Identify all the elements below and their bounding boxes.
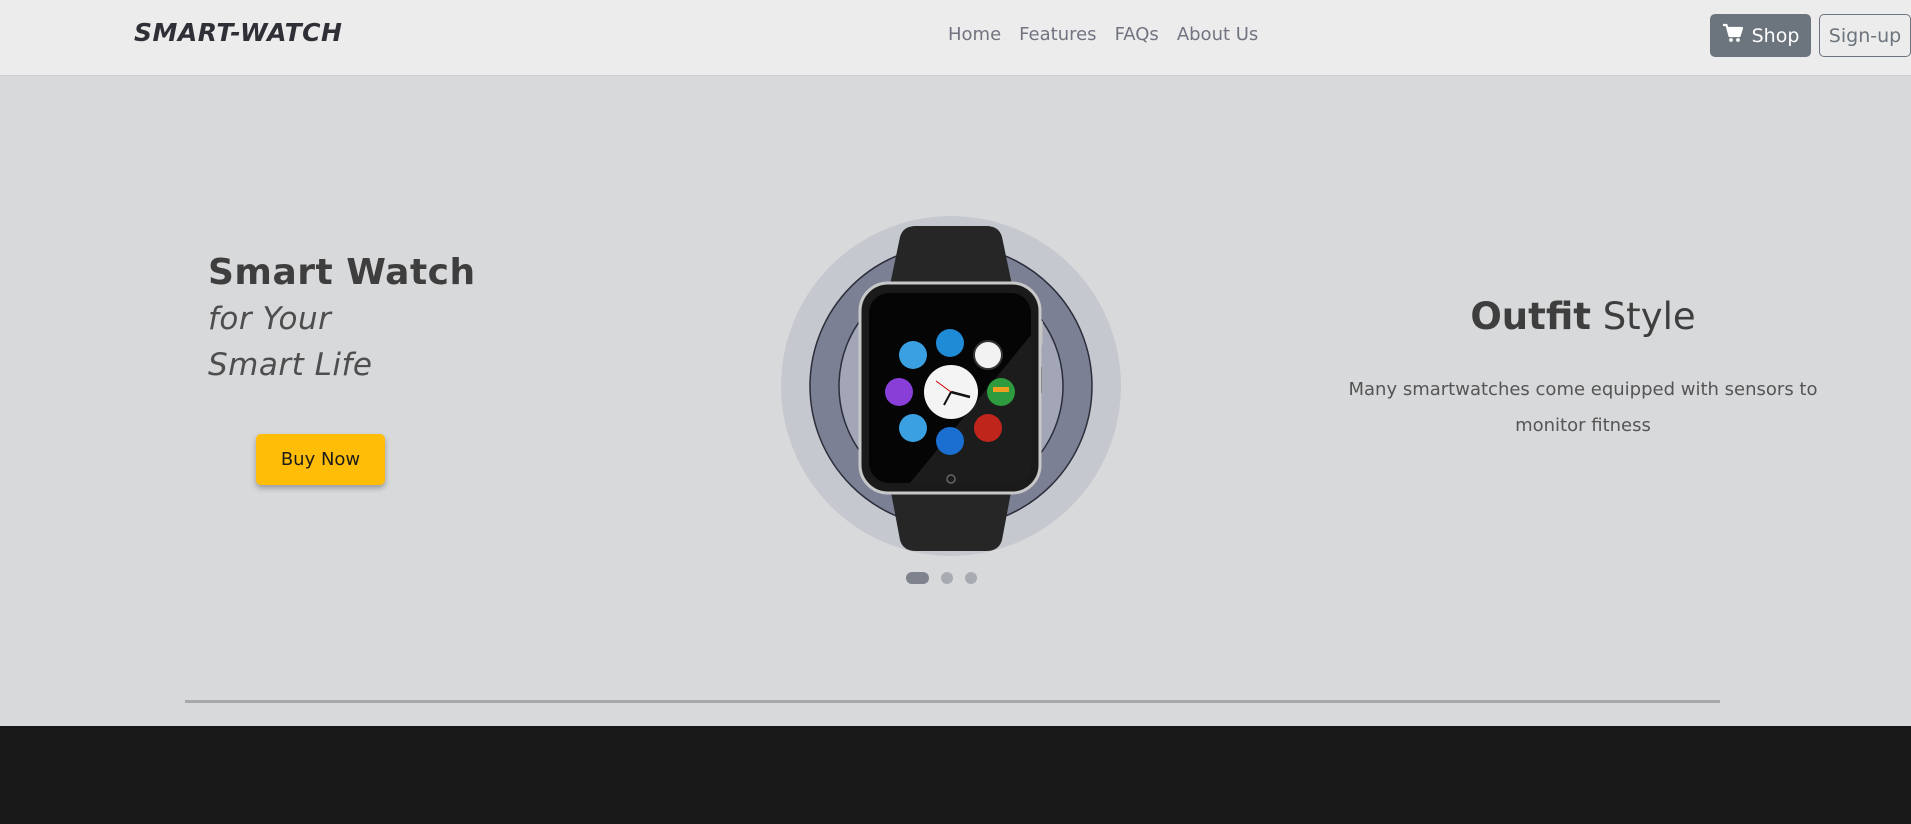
section-divider (185, 700, 1720, 703)
shop-label: Shop (1751, 24, 1800, 47)
hero-subtitle-line1: for Your (208, 301, 332, 337)
nav-link-about-us[interactable]: About Us (1177, 24, 1259, 45)
outfit-style-bold: Outfit (1470, 295, 1591, 338)
signup-button[interactable]: Sign-up (1819, 14, 1911, 57)
shop-button[interactable]: Shop (1710, 14, 1811, 57)
hero-right-text: Outfit Style Many smartwatches come equi… (1340, 292, 1826, 444)
outfit-style-rest: Style (1590, 295, 1696, 338)
footer (0, 726, 1911, 824)
smartwatch-image (780, 215, 1122, 561)
outfit-style-heading: Outfit Style (1340, 292, 1826, 342)
navbar: SMART-WATCH Home Features FAQs About Us … (0, 0, 1911, 76)
carousel-dot-3[interactable] (965, 572, 977, 584)
description-line-2: monitor fitness (1515, 415, 1651, 436)
buy-now-button[interactable]: Buy Now (256, 434, 385, 485)
outfit-style-description: Many smartwatches come equipped with sen… (1340, 372, 1826, 444)
carousel-indicators (906, 572, 977, 584)
hero-title: Smart Watch (208, 252, 476, 293)
nav-link-features[interactable]: Features (1019, 24, 1096, 45)
cart-icon (1722, 23, 1744, 48)
hero-subtitle-line2: Smart Life (208, 347, 373, 383)
carousel-dot-2[interactable] (941, 572, 953, 584)
description-line-1: Many smartwatches come equipped with sen… (1348, 379, 1818, 400)
carousel-dot-1[interactable] (906, 572, 929, 584)
hero-left-text: Smart Watch for Your Smart Life (208, 250, 476, 388)
nav-link-faqs[interactable]: FAQs (1115, 24, 1159, 45)
brand-logo[interactable]: SMART-WATCH (134, 18, 342, 47)
nav-links: Home Features FAQs About Us (948, 24, 1258, 45)
nav-link-home[interactable]: Home (948, 24, 1001, 45)
